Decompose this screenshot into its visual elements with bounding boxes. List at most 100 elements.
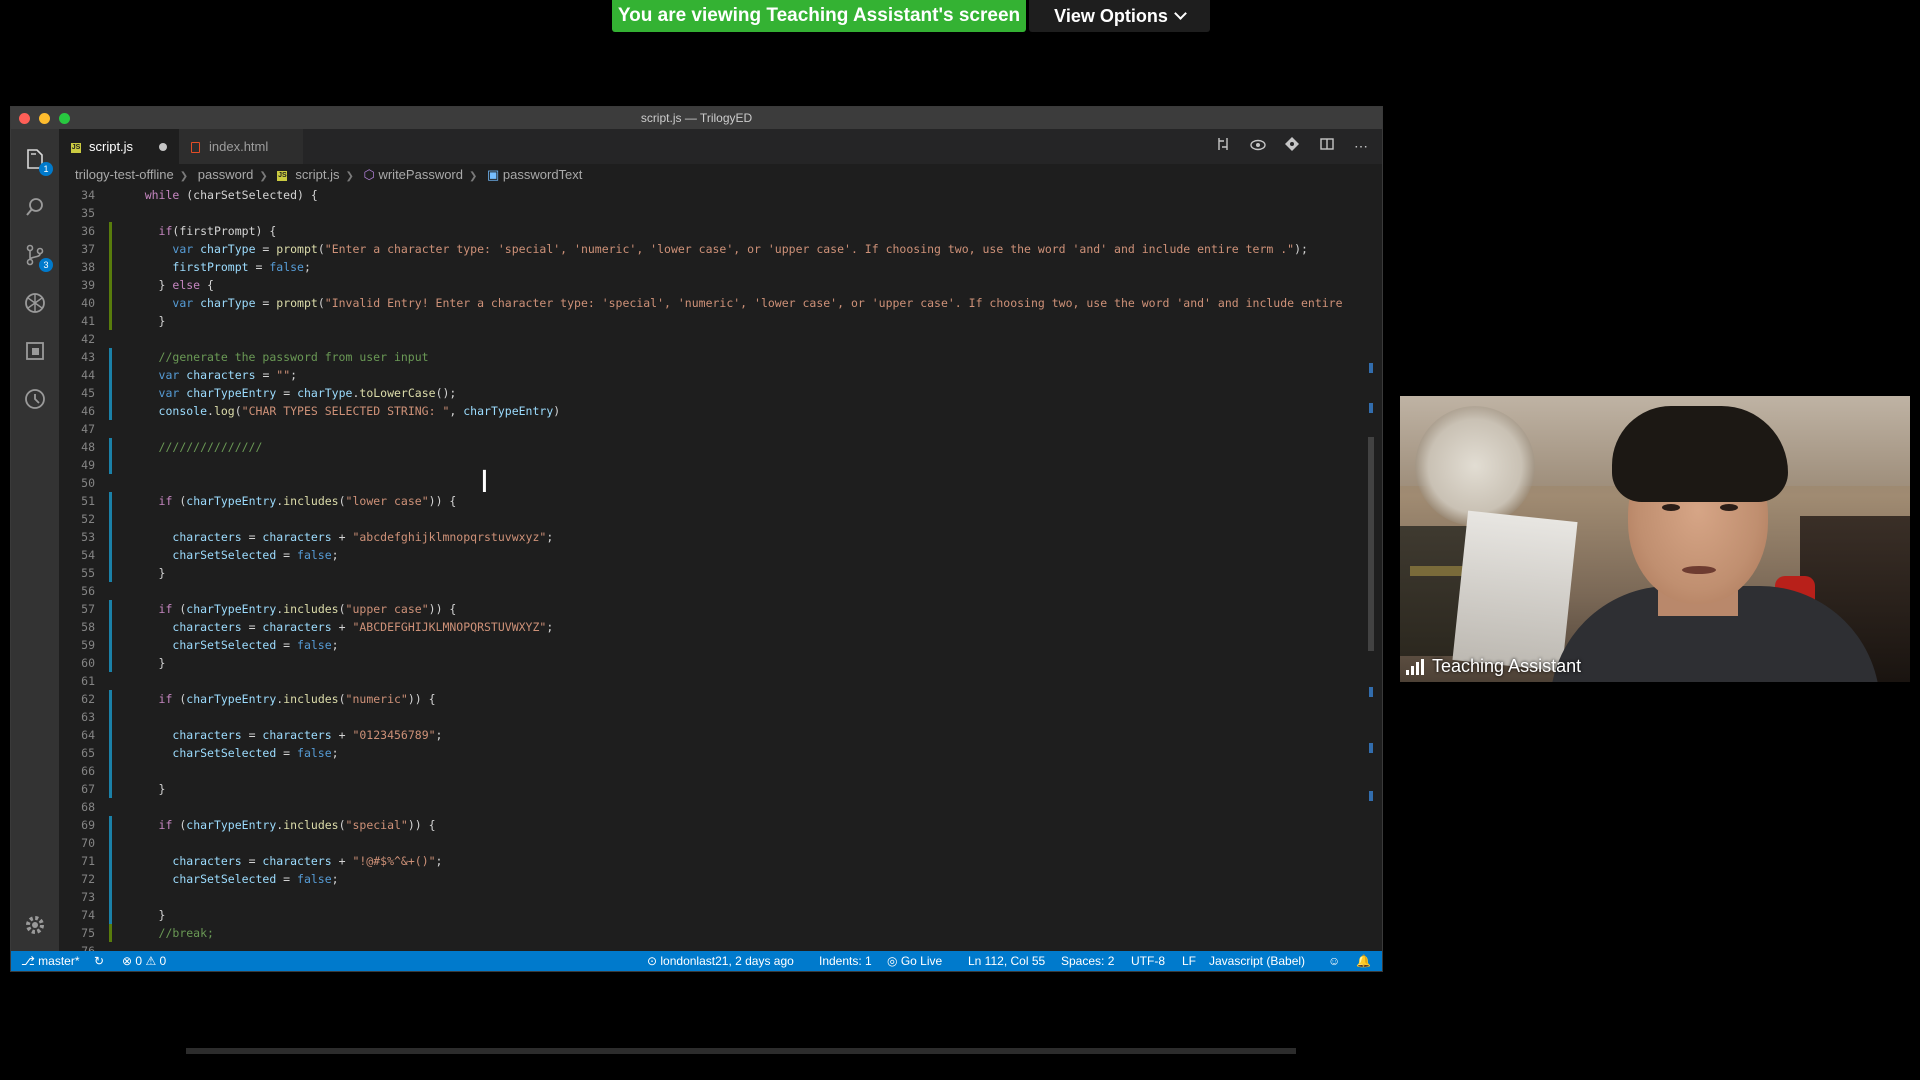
gutter-modified-marker[interactable] xyxy=(109,600,112,618)
code-line[interactable]: 72 charSetSelected = false; xyxy=(59,870,1359,888)
code-line[interactable]: 51 if (charTypeEntry.includes("lower cas… xyxy=(59,492,1359,510)
explorer-icon[interactable]: 1 xyxy=(23,147,53,176)
breadcrumb-file[interactable]: script.js xyxy=(295,167,339,182)
code-line[interactable]: 48 /////////////// xyxy=(59,438,1359,456)
view-options-button[interactable]: View Options xyxy=(1029,0,1210,32)
gutter-modified-marker[interactable] xyxy=(109,816,112,834)
code-line[interactable]: 40 var charType = prompt("Invalid Entry!… xyxy=(59,294,1359,312)
code-line[interactable]: 52 xyxy=(59,510,1359,528)
settings-gear-icon[interactable] xyxy=(23,913,47,937)
breadcrumb-function[interactable]: writePassword xyxy=(378,167,463,182)
notifications-bell-icon[interactable]: 🔔 xyxy=(1356,951,1371,971)
code-line[interactable]: 74 } xyxy=(59,906,1359,924)
git-blame-status[interactable]: ⊙ londonlast21, 2 days ago xyxy=(647,951,794,971)
gutter-modified-marker[interactable] xyxy=(109,744,112,762)
gutter-modified-marker[interactable] xyxy=(109,348,112,366)
code-line[interactable]: 68 xyxy=(59,798,1359,816)
code-line[interactable]: 34 while (charSetSelected) { xyxy=(59,186,1359,204)
gutter-modified-marker[interactable] xyxy=(109,528,112,546)
debug-icon[interactable] xyxy=(23,291,47,315)
breadcrumb-variable[interactable]: passwordText xyxy=(503,167,582,182)
code-line[interactable]: 56 xyxy=(59,582,1359,600)
open-changes-icon[interactable] xyxy=(1212,129,1234,164)
split-editor-icon[interactable] xyxy=(1316,129,1338,164)
gutter-modified-marker[interactable] xyxy=(109,708,112,726)
code-line[interactable]: 37 var charType = prompt("Enter a charac… xyxy=(59,240,1359,258)
breadcrumb-folder-password[interactable]: password xyxy=(198,167,254,182)
gutter-modified-marker[interactable] xyxy=(109,492,112,510)
code-line[interactable]: 61 xyxy=(59,672,1359,690)
gutter-added-marker[interactable] xyxy=(109,222,112,240)
code-line[interactable]: 43 //generate the password from user inp… xyxy=(59,348,1359,366)
indents-status[interactable]: Indents: 1 xyxy=(819,951,872,971)
sync-icon[interactable]: ↻ xyxy=(94,951,104,971)
gutter-modified-marker[interactable] xyxy=(109,888,112,906)
git-compare-icon[interactable] xyxy=(1281,129,1303,164)
eol-status[interactable]: LF xyxy=(1182,951,1196,971)
branch-status[interactable]: ⎇ master* xyxy=(21,951,80,971)
code-line[interactable]: 67 } xyxy=(59,780,1359,798)
gutter-added-marker[interactable] xyxy=(109,240,112,258)
gutter-modified-marker[interactable] xyxy=(109,618,112,636)
extensions-icon[interactable] xyxy=(23,339,47,363)
cursor-position-status[interactable]: Ln 112, Col 55 xyxy=(968,951,1045,971)
code-line[interactable]: 44 var characters = ""; xyxy=(59,366,1359,384)
indentation-status[interactable]: Spaces: 2 xyxy=(1061,951,1114,971)
more-actions-icon[interactable]: ⋯ xyxy=(1350,129,1372,164)
breadcrumb-folder-root[interactable]: trilogy-test-offline xyxy=(75,167,174,182)
gutter-modified-marker[interactable] xyxy=(109,852,112,870)
git-history-icon[interactable] xyxy=(23,387,47,411)
encoding-status[interactable]: UTF-8 xyxy=(1131,951,1165,971)
code-line[interactable]: 36 if(firstPrompt) { xyxy=(59,222,1359,240)
code-line[interactable]: 38 firstPrompt = false; xyxy=(59,258,1359,276)
source-control-icon[interactable]: 3 xyxy=(23,243,53,272)
code-line[interactable]: 66 xyxy=(59,762,1359,780)
code-line[interactable]: 60 } xyxy=(59,654,1359,672)
language-mode-status[interactable]: Javascript (Babel) xyxy=(1209,951,1305,971)
participant-video[interactable]: Teaching Assistant xyxy=(1400,396,1910,682)
code-line[interactable]: 46 console.log("CHAR TYPES SELECTED STRI… xyxy=(59,402,1359,420)
gutter-added-marker[interactable] xyxy=(109,258,112,276)
gutter-added-marker[interactable] xyxy=(109,312,112,330)
gutter-modified-marker[interactable] xyxy=(109,690,112,708)
code-line[interactable]: 62 if (charTypeEntry.includes("numeric")… xyxy=(59,690,1359,708)
gutter-modified-marker[interactable] xyxy=(109,384,112,402)
problems-status[interactable]: ⊗ 0 ⚠ 0 xyxy=(122,951,166,971)
gutter-modified-marker[interactable] xyxy=(109,366,112,384)
code-line[interactable]: 69 if (charTypeEntry.includes("special")… xyxy=(59,816,1359,834)
gutter-modified-marker[interactable] xyxy=(109,546,112,564)
toggle-preview-icon[interactable] xyxy=(1247,129,1269,164)
code-line[interactable]: 54 charSetSelected = false; xyxy=(59,546,1359,564)
gutter-modified-marker[interactable] xyxy=(109,726,112,744)
tab-index-html[interactable]: index.html xyxy=(179,129,303,164)
code-line[interactable]: 53 characters = characters + "abcdefghij… xyxy=(59,528,1359,546)
code-line[interactable]: 50 xyxy=(59,474,1359,492)
code-line[interactable]: 73 xyxy=(59,888,1359,906)
gutter-modified-marker[interactable] xyxy=(109,636,112,654)
go-live-button[interactable]: ◎ Go Live xyxy=(887,951,942,971)
close-window-button[interactable] xyxy=(19,113,30,124)
tab-script-js[interactable]: JS script.js xyxy=(59,129,179,164)
code-line[interactable]: 64 characters = characters + "0123456789… xyxy=(59,726,1359,744)
gutter-modified-marker[interactable] xyxy=(109,510,112,528)
code-line[interactable]: 57 if (charTypeEntry.includes("upper cas… xyxy=(59,600,1359,618)
gutter-modified-marker[interactable] xyxy=(109,762,112,780)
code-line[interactable]: 39 } else { xyxy=(59,276,1359,294)
code-line[interactable]: 65 charSetSelected = false; xyxy=(59,744,1359,762)
gutter-modified-marker[interactable] xyxy=(109,834,112,852)
code-line[interactable]: 45 var charTypeEntry = charType.toLowerC… xyxy=(59,384,1359,402)
code-line[interactable]: 35 xyxy=(59,204,1359,222)
gutter-modified-marker[interactable] xyxy=(109,870,112,888)
gutter-modified-marker[interactable] xyxy=(109,438,112,456)
feedback-smiley-icon[interactable]: ☺ xyxy=(1328,951,1340,971)
gutter-modified-marker[interactable] xyxy=(109,780,112,798)
code-line[interactable]: 75 //break; xyxy=(59,924,1359,942)
search-icon[interactable] xyxy=(23,195,47,219)
gutter-modified-marker[interactable] xyxy=(109,402,112,420)
code-line[interactable]: 58 characters = characters + "ABCDEFGHIJ… xyxy=(59,618,1359,636)
gutter-added-marker[interactable] xyxy=(109,924,112,942)
gutter-modified-marker[interactable] xyxy=(109,456,112,474)
gutter-modified-marker[interactable] xyxy=(109,654,112,672)
vertical-scrollbar[interactable] xyxy=(1368,437,1374,651)
unsaved-changes-dot[interactable] xyxy=(159,143,167,151)
